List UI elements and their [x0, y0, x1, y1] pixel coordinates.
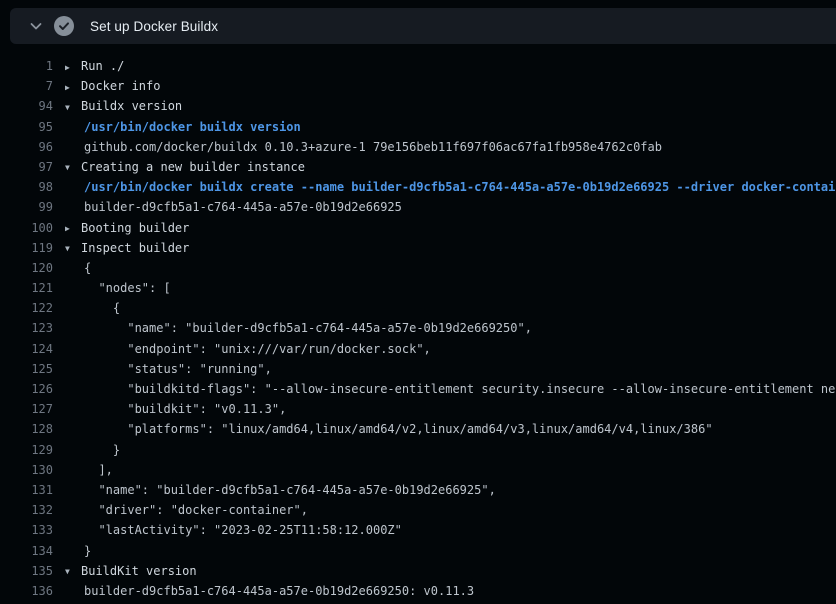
log-line: 133 "lastActivity": "2023-02-25T11:58:12… [0, 520, 836, 540]
log-line: 96 github.com/docker/buildx 0.10.3+azure-… [0, 137, 836, 157]
log-line: 132 "driver": "docker-container", [0, 500, 836, 520]
line-number[interactable]: 98 [0, 177, 53, 197]
log-line: 136 builder-d9cfb5a1-c764-445a-a57e-0b19d… [0, 581, 836, 601]
output-text: "name": "builder-d9cfb5a1-c764-445a-a57e… [65, 318, 532, 338]
output-text: "status": "running", [65, 359, 272, 379]
line-number[interactable]: 119 [0, 238, 53, 258]
log-group-line[interactable]: 135 ▼ BuildKit version [0, 561, 836, 581]
output-text: "nodes": [ [65, 278, 171, 298]
log-line: 99 builder-d9cfb5a1-c764-445a-a57e-0b19d2… [0, 197, 836, 217]
command-text: /usr/bin/docker buildx version [65, 117, 301, 137]
group-title: Buildx version [81, 99, 182, 113]
line-number[interactable]: 122 [0, 298, 53, 318]
output-text: "endpoint": "unix:///var/run/docker.sock… [65, 339, 431, 359]
output-text: } [65, 541, 91, 561]
group-title: BuildKit version [81, 564, 197, 578]
triangle-expanded-icon[interactable]: ▼ [65, 562, 75, 581]
line-number[interactable]: 99 [0, 197, 53, 217]
group-title: Run ./ [81, 59, 124, 73]
log-line: 130 ], [0, 460, 836, 480]
log-group-line[interactable]: 7 ▶ Docker info [0, 76, 836, 96]
log-line: 98/usr/bin/docker buildx create --name b… [0, 177, 836, 197]
output-text: { [65, 258, 91, 278]
log-line: 131 "name": "builder-d9cfb5a1-c764-445a-… [0, 480, 836, 500]
group-title: Booting builder [81, 221, 189, 235]
line-number[interactable]: 135 [0, 561, 53, 581]
output-text: builder-d9cfb5a1-c764-445a-a57e-0b19d2e6… [65, 581, 474, 601]
triangle-expanded-icon[interactable]: ▼ [65, 158, 75, 177]
output-text: ], [65, 460, 113, 480]
line-number[interactable]: 100 [0, 218, 53, 238]
log-line: 124 "endpoint": "unix:///var/run/docker.… [0, 339, 836, 359]
log-line: 121 "nodes": [ [0, 278, 836, 298]
output-text: "lastActivity": "2023-02-25T11:58:12.000… [65, 520, 402, 540]
log-line: 129 } [0, 440, 836, 460]
output-text: { [65, 298, 120, 318]
line-number[interactable]: 128 [0, 419, 53, 439]
log-group-line[interactable]: 119 ▼ Inspect builder [0, 238, 836, 258]
group-title: Docker info [81, 79, 160, 93]
output-text: "platforms": "linux/amd64,linux/amd64/v2… [65, 419, 713, 439]
triangle-expanded-icon[interactable]: ▼ [65, 98, 75, 117]
line-number[interactable]: 130 [0, 460, 53, 480]
line-number[interactable]: 95 [0, 117, 53, 137]
output-text: "driver": "docker-container", [65, 500, 308, 520]
output-text: } [65, 440, 120, 460]
log-line: 127 "buildkit": "v0.11.3", [0, 399, 836, 419]
log-line: 126 "buildkitd-flags": "--allow-insecure… [0, 379, 836, 399]
line-number[interactable]: 125 [0, 359, 53, 379]
log-line: 128 "platforms": "linux/amd64,linux/amd6… [0, 419, 836, 439]
triangle-expanded-icon[interactable]: ▼ [65, 239, 75, 258]
triangle-collapsed-icon[interactable]: ▶ [65, 58, 75, 77]
step-title: Set up Docker Buildx [90, 19, 218, 34]
group-title: Inspect builder [81, 241, 189, 255]
line-number[interactable]: 97 [0, 157, 53, 177]
line-number[interactable]: 129 [0, 440, 53, 460]
log-line: 134} [0, 541, 836, 561]
line-number[interactable]: 126 [0, 379, 53, 399]
line-number[interactable]: 127 [0, 399, 53, 419]
output-text: "buildkit": "v0.11.3", [65, 399, 286, 419]
line-number[interactable]: 121 [0, 278, 53, 298]
log-line: 95/usr/bin/docker buildx version [0, 117, 836, 137]
command-text: /usr/bin/docker buildx create --name bui… [65, 177, 836, 197]
log-group-line[interactable]: 100 ▶ Booting builder [0, 218, 836, 238]
log-line: 123 "name": "builder-d9cfb5a1-c764-445a-… [0, 318, 836, 338]
step-header[interactable]: Set up Docker Buildx [10, 8, 836, 44]
log-line: 120 { [0, 258, 836, 278]
line-number[interactable]: 136 [0, 581, 53, 601]
line-number[interactable]: 131 [0, 480, 53, 500]
chevron-down-icon[interactable] [28, 18, 44, 34]
triangle-collapsed-icon[interactable]: ▶ [65, 78, 75, 97]
output-text: github.com/docker/buildx 0.10.3+azure-1 … [65, 137, 662, 157]
line-number[interactable]: 133 [0, 520, 53, 540]
line-number[interactable]: 1 [0, 56, 53, 76]
check-circle-icon [54, 16, 74, 36]
log-line: 125 "status": "running", [0, 359, 836, 379]
line-number[interactable]: 132 [0, 500, 53, 520]
line-number[interactable]: 94 [0, 96, 53, 116]
line-number[interactable]: 124 [0, 339, 53, 359]
output-text: "name": "builder-d9cfb5a1-c764-445a-a57e… [65, 480, 496, 500]
group-title: Creating a new builder instance [81, 160, 305, 174]
line-number[interactable]: 120 [0, 258, 53, 278]
log-group-line[interactable]: 1 ▶ Run ./ [0, 56, 836, 76]
log-lines: 1 ▶ Run ./ 7 ▶ Docker info 94 ▼ Buildx version 95… [0, 56, 836, 601]
line-number[interactable]: 7 [0, 76, 53, 96]
log-group-line[interactable]: 97 ▼ Creating a new builder instance [0, 157, 836, 177]
output-text: "buildkitd-flags": "--allow-insecure-ent… [65, 379, 836, 399]
line-number[interactable]: 96 [0, 137, 53, 157]
line-number[interactable]: 134 [0, 541, 53, 561]
triangle-collapsed-icon[interactable]: ▶ [65, 219, 75, 238]
output-text: builder-d9cfb5a1-c764-445a-a57e-0b19d2e6… [65, 197, 402, 217]
log-group-line[interactable]: 94 ▼ Buildx version [0, 96, 836, 116]
line-number[interactable]: 123 [0, 318, 53, 338]
log-line: 122 { [0, 298, 836, 318]
